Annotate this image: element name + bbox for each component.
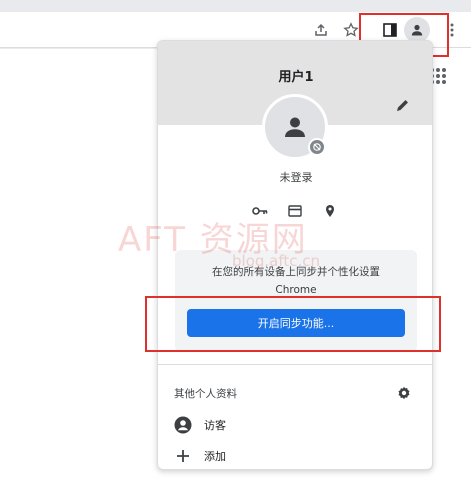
plus-icon bbox=[172, 445, 194, 467]
gear-icon[interactable] bbox=[394, 383, 414, 403]
page-divider bbox=[0, 48, 158, 49]
add-profile-item[interactable]: 添加 bbox=[172, 445, 372, 467]
guest-profile-item[interactable]: 访客 bbox=[172, 414, 372, 436]
add-label: 添加 bbox=[204, 450, 226, 463]
tab-strip bbox=[0, 0, 471, 12]
share-icon[interactable] bbox=[310, 19, 332, 41]
account-circle-icon bbox=[172, 414, 194, 436]
profile-name: 用户1 bbox=[278, 70, 314, 85]
guest-label: 访客 bbox=[204, 419, 226, 432]
watermark-subtext: blog.aftc.cn bbox=[232, 252, 321, 270]
address-pin-icon[interactable] bbox=[319, 200, 341, 222]
section-divider bbox=[158, 364, 432, 365]
sync-off-icon bbox=[308, 138, 326, 156]
other-profiles-title: 其他个人资料 bbox=[174, 388, 237, 400]
highlight-box-sync bbox=[145, 296, 441, 352]
signin-status: 未登录 bbox=[279, 171, 313, 184]
edit-pencil-icon[interactable] bbox=[392, 95, 412, 115]
